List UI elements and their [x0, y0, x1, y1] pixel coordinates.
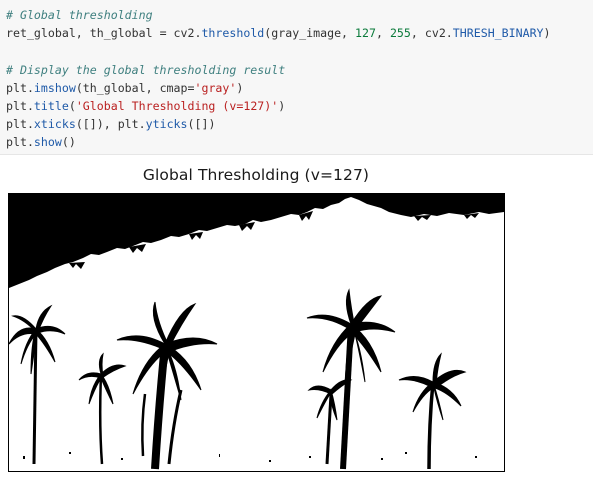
code-token: THRESH_BINARY — [452, 26, 544, 41]
thresholded-image — [8, 193, 505, 472]
code-token: xticks — [33, 117, 76, 132]
code-comment: # Display the global thresholding result — [6, 62, 286, 77]
code-token: imshow — [33, 80, 76, 95]
code-token: ) — [543, 26, 551, 41]
code-line-2: ret_global, th_global = cv2.threshold(gr… — [6, 24, 593, 42]
thresholded-image-graphic — [9, 194, 504, 471]
code-token: threshold — [201, 26, 265, 41]
code-token: plt. — [6, 80, 34, 95]
code-token: (gray_image, — [264, 26, 356, 41]
code-line-6: plt.title('Global Thresholding (v=127)') — [6, 97, 593, 115]
code-token: ) — [236, 80, 244, 95]
code-token: cv2. — [166, 26, 202, 41]
code-token: 'Global Thresholding (v=127)' — [75, 98, 279, 113]
code-token: yticks — [145, 117, 188, 132]
code-token: title — [33, 98, 69, 113]
code-token: plt. — [6, 98, 34, 113]
code-line-7: plt.xticks([]), plt.yticks([]) — [6, 115, 593, 133]
code-cell[interactable]: # Global thresholding ret_global, th_glo… — [0, 0, 593, 155]
code-token: show — [33, 135, 62, 150]
code-line-5: plt.imshow(th_global, cmap='gray') — [6, 79, 593, 97]
code-line-4: # Display the global thresholding result — [6, 61, 593, 79]
code-token: (th_global, cmap= — [75, 80, 195, 95]
code-token: ) — [278, 98, 286, 113]
code-token: plt. — [6, 135, 34, 150]
code-token: 127 — [355, 26, 376, 41]
code-token: , — [375, 26, 390, 41]
code-token: plt. — [6, 117, 34, 132]
code-token: , cv2. — [410, 26, 453, 41]
code-comment: # Global thresholding — [6, 8, 153, 22]
cell-output: Global Thresholding (v=127) — [0, 156, 593, 492]
code-line-8: plt.show() — [6, 133, 593, 151]
code-token: 'gray' — [194, 80, 237, 95]
code-token: = — [159, 26, 167, 41]
figure-title: Global Thresholding (v=127) — [142, 166, 370, 184]
code-token: () — [61, 135, 76, 150]
code-token: 255 — [389, 26, 411, 41]
code-token: ([]), plt. — [75, 117, 146, 132]
code-token: ret_global, th_global — [6, 26, 160, 41]
code-line-1: # Global thresholding — [6, 6, 593, 24]
code-token: ([]) — [187, 117, 216, 132]
code-token: ( — [68, 98, 76, 113]
